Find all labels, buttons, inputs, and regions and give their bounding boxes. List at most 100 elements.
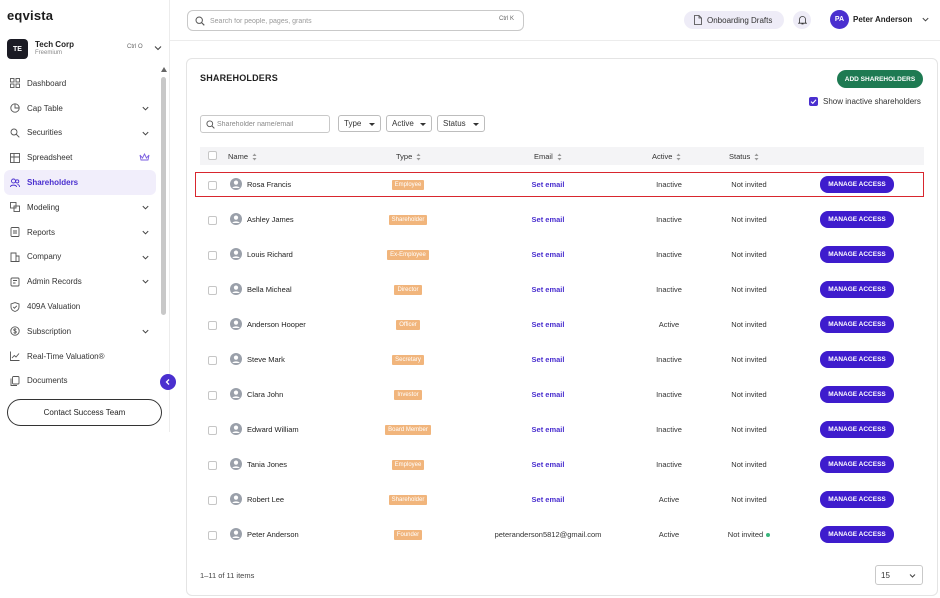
- type-badge: Investor: [380, 390, 436, 400]
- collapse-sidebar-button[interactable]: [160, 374, 176, 390]
- sidebar-item-reports[interactable]: Reports: [4, 220, 156, 245]
- set-email-link[interactable]: Set email: [480, 390, 616, 399]
- column-header-email[interactable]: Email: [534, 152, 562, 161]
- shareholder-name[interactable]: Robert Lee: [247, 495, 284, 504]
- sidebar-item-modeling[interactable]: Modeling: [4, 195, 156, 220]
- table-row: Steve Mark Secretary Set email Inactive Not …: [200, 343, 924, 378]
- sidebar-item-securities[interactable]: Securities: [4, 121, 156, 146]
- chevron-down-icon: [922, 17, 929, 22]
- global-search[interactable]: Ctrl K: [187, 10, 524, 31]
- sidebar-item-company[interactable]: Company: [4, 245, 156, 270]
- column-header-name[interactable]: Name: [228, 152, 257, 161]
- sidebar-item-admin-records[interactable]: Admin Records: [4, 269, 156, 294]
- table-row: Anderson Hooper Officer Set email Active Not…: [200, 308, 924, 343]
- set-email-link[interactable]: Set email: [480, 215, 616, 224]
- global-search-input[interactable]: [210, 14, 470, 28]
- set-email-link[interactable]: Set email: [480, 495, 616, 504]
- sidebar-item-shareholders[interactable]: Shareholders: [4, 170, 156, 195]
- chevron-down-icon: [142, 106, 149, 111]
- row-checkbox[interactable]: [208, 356, 217, 365]
- select-all-checkbox[interactable]: [208, 151, 217, 160]
- sort-icon: [557, 153, 562, 160]
- show-inactive-toggle[interactable]: Show inactive shareholders: [809, 95, 921, 107]
- org-plan: Freemium: [35, 50, 63, 56]
- sidebar-item-dashboard[interactable]: Dashboard: [4, 71, 156, 96]
- manage-access-button[interactable]: MANAGE ACCESS: [820, 246, 894, 263]
- column-header-status[interactable]: Status: [729, 152, 759, 161]
- sidebar-item-cap-table[interactable]: Cap Table: [4, 96, 156, 121]
- active-value: Inactive: [656, 425, 682, 434]
- set-email-link[interactable]: Set email: [480, 425, 616, 434]
- row-checkbox[interactable]: [208, 251, 217, 260]
- manage-access-button[interactable]: MANAGE ACCESS: [820, 351, 894, 368]
- set-email-link[interactable]: Set email: [480, 285, 616, 294]
- manage-access-button[interactable]: MANAGE ACCESS: [820, 386, 894, 403]
- row-checkbox[interactable]: [208, 496, 217, 505]
- status-filter-dropdown[interactable]: Status: [437, 115, 485, 132]
- shareholder-name[interactable]: Louis Richard: [247, 250, 293, 259]
- org-switcher[interactable]: TE Tech Corp Freemium Ctrl O: [7, 38, 164, 60]
- type-badge-label: Employee: [391, 460, 425, 470]
- shareholder-search-input[interactable]: [217, 118, 325, 130]
- select-all-cell: [208, 151, 217, 160]
- shareholder-name[interactable]: Steve Mark: [247, 355, 285, 364]
- shareholder-name[interactable]: Bella Micheal: [247, 285, 292, 294]
- onboarding-drafts-button[interactable]: Onboarding Drafts: [684, 11, 784, 29]
- sidebar-item-real-time-valuation[interactable]: Real-Time Valuation®: [4, 344, 156, 369]
- eqvista-logo[interactable]: eqvista: [7, 8, 53, 23]
- active-value: Active: [658, 320, 680, 329]
- set-email-link[interactable]: Set email: [480, 355, 616, 364]
- sidebar-item-spreadsheet[interactable]: Spreadsheet: [4, 145, 156, 170]
- contact-success-team-button[interactable]: Contact Success Team: [7, 399, 162, 426]
- manage-access-button[interactable]: MANAGE ACCESS: [820, 456, 894, 473]
- search-icon: [195, 16, 205, 26]
- shareholder-name[interactable]: Ashley James: [247, 215, 294, 224]
- row-checkbox[interactable]: [208, 321, 217, 330]
- row-checkbox[interactable]: [208, 426, 217, 435]
- manage-access-button[interactable]: MANAGE ACCESS: [820, 526, 894, 543]
- set-email-link[interactable]: Set email: [480, 250, 616, 259]
- shareholder-name[interactable]: Peter Anderson: [247, 530, 299, 539]
- scroll-thumb[interactable]: [161, 77, 166, 315]
- row-checkbox[interactable]: [208, 216, 217, 225]
- scroll-up-arrow-icon[interactable]: [161, 67, 167, 72]
- row-checkbox[interactable]: [208, 531, 217, 540]
- manage-access-button[interactable]: MANAGE ACCESS: [820, 316, 894, 333]
- sidebar-item-label: Real-Time Valuation®: [27, 351, 105, 361]
- type-filter-dropdown[interactable]: Type: [338, 115, 381, 132]
- add-shareholders-button[interactable]: ADD SHAREHOLDERS: [837, 70, 923, 88]
- shareholder-search[interactable]: [200, 115, 330, 133]
- type-badge-label: Investor: [394, 390, 422, 400]
- user-menu[interactable]: PA Peter Anderson: [830, 10, 932, 30]
- manage-access-button[interactable]: MANAGE ACCESS: [820, 211, 894, 228]
- page-size-select[interactable]: 15: [875, 565, 923, 585]
- shareholder-name[interactable]: Tania Jones: [247, 460, 287, 469]
- modeling-icon: [10, 202, 20, 213]
- column-header-active[interactable]: Active: [652, 152, 681, 161]
- manage-access-button[interactable]: MANAGE ACCESS: [820, 421, 894, 438]
- row-checkbox[interactable]: [208, 391, 217, 400]
- users-icon: [10, 178, 20, 188]
- shareholder-name[interactable]: Clara John: [247, 390, 283, 399]
- notifications-button[interactable]: [793, 11, 811, 29]
- avatar: PA: [830, 10, 849, 29]
- manage-access-button[interactable]: MANAGE ACCESS: [820, 281, 894, 298]
- sidebar-item-documents[interactable]: Documents: [4, 369, 156, 394]
- sidebar-item-label: Cap Table: [27, 103, 63, 113]
- shareholder-name[interactable]: Anderson Hooper: [247, 320, 306, 329]
- active-filter-dropdown[interactable]: Active: [386, 115, 432, 132]
- type-badge-label: Officer: [396, 320, 420, 330]
- column-header-label: Active: [652, 152, 673, 161]
- chevron-down-icon[interactable]: [153, 43, 163, 53]
- manage-access-button[interactable]: MANAGE ACCESS: [820, 491, 894, 508]
- set-email-link[interactable]: Set email: [480, 460, 616, 469]
- show-inactive-checkbox[interactable]: [809, 96, 818, 106]
- column-header-type[interactable]: Type: [396, 152, 421, 161]
- row-checkbox[interactable]: [208, 461, 217, 470]
- sidebar-scrollbar[interactable]: [161, 67, 167, 317]
- set-email-link[interactable]: Set email: [480, 320, 616, 329]
- sidebar-item-subscription[interactable]: Subscription: [4, 319, 156, 344]
- shareholder-name[interactable]: Edward William: [247, 425, 299, 434]
- sidebar-item-409a-valuation[interactable]: 409A Valuation: [4, 294, 156, 319]
- row-checkbox[interactable]: [208, 286, 217, 295]
